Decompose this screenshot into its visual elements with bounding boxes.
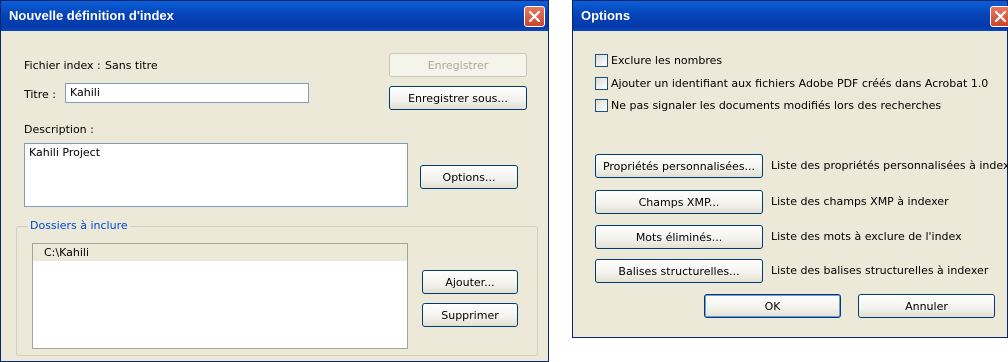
file-index-value: Sans titre [105, 59, 158, 72]
save-as-button[interactable]: Enregistrer sous... [389, 86, 527, 110]
add-identifier-checkbox[interactable] [595, 77, 608, 90]
index-dialog-title: Nouvelle définition d'index [9, 8, 174, 23]
title-input[interactable]: Kahili [65, 83, 309, 103]
add-identifier-label: Ajouter un identifiant aux fichiers Adob… [611, 77, 989, 90]
exclude-numbers-checkbox[interactable] [595, 54, 608, 67]
close-icon [995, 11, 1006, 22]
add-folder-button[interactable]: Ajouter... [422, 270, 518, 294]
file-index-label: Fichier index : [24, 59, 101, 72]
custom-properties-description: Liste des propriétés personnalisées à in… [771, 159, 1008, 172]
exclude-numbers-label: Exclure les nombres [611, 54, 723, 67]
no-warn-modified-checkbox[interactable] [595, 99, 608, 112]
folders-list[interactable]: C:\Kahili [32, 243, 408, 349]
options-dialog-titlebar[interactable]: Options [573, 1, 1008, 31]
options-dialog-title: Options [581, 8, 631, 23]
description-textarea[interactable]: Kahili Project [24, 143, 408, 207]
stop-words-button[interactable]: Mots éliminés... [595, 225, 763, 249]
folder-list-item[interactable]: C:\Kahili [33, 244, 407, 261]
no-warn-modified-label: Ne pas signaler les documents modifiés l… [611, 99, 942, 112]
structure-tags-button[interactable]: Balises structurelles... [595, 259, 763, 283]
options-dialog-close-button[interactable] [990, 6, 1008, 27]
description-label: Description : [24, 123, 94, 136]
remove-folder-button[interactable]: Supprimer [422, 303, 518, 327]
xmp-fields-description: Liste des champs XMP à indexer [771, 195, 949, 208]
options-dialog: Options Exclure les nombres Ajouter un i… [572, 0, 1008, 338]
custom-properties-button[interactable]: Propriétés personnalisées... [595, 154, 763, 178]
index-dialog-titlebar[interactable]: Nouvelle définition d'index [1, 1, 548, 31]
folders-group-title: Dossiers à inclure [28, 219, 130, 232]
index-definition-dialog: Nouvelle définition d'index Fichier inde… [0, 0, 549, 362]
ok-button[interactable]: OK [704, 294, 841, 318]
title-label: Titre : [24, 88, 57, 101]
structure-tags-description: Liste des balises structurelles à indexe… [771, 264, 989, 277]
cancel-button[interactable]: Annuler [858, 294, 995, 318]
xmp-fields-button[interactable]: Champs XMP... [595, 190, 763, 214]
close-icon [529, 11, 540, 22]
options-button[interactable]: Options... [420, 165, 518, 189]
index-dialog-close-button[interactable] [524, 6, 545, 27]
save-button[interactable]: Enregistrer [389, 53, 527, 77]
stop-words-description: Liste des mots à exclure de l'index [771, 230, 962, 243]
